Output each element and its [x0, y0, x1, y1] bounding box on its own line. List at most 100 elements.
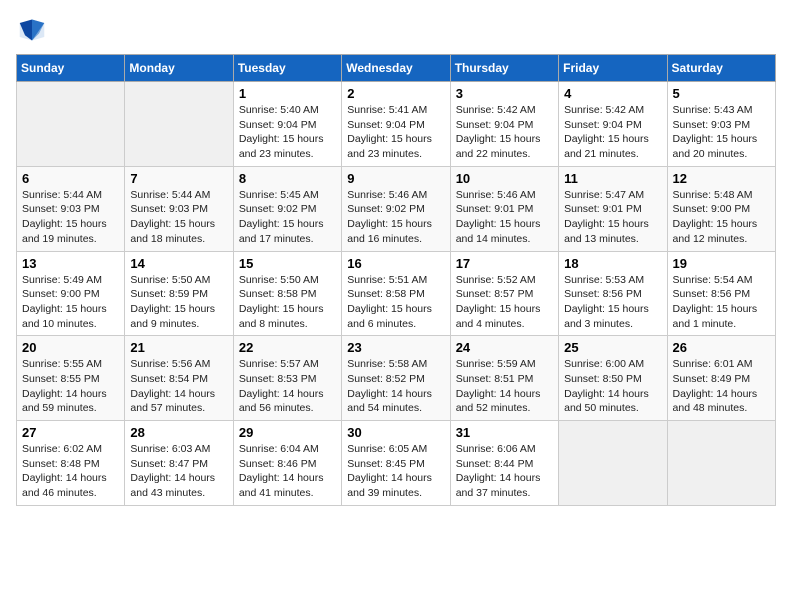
cell-day-number: 17 — [456, 256, 553, 271]
calendar-cell: 19 Sunrise: 5:54 AM Sunset: 8:56 PM Dayli… — [667, 251, 775, 336]
calendar-cell: 24Sunrise: 5:59 AM Sunset: 8:51 PM Dayli… — [450, 336, 558, 421]
day-header-friday: Friday — [559, 55, 667, 82]
cell-info: Sunrise: 5:50 AM Sunset: 8:59 PM Dayligh… — [130, 273, 227, 332]
cell-info: Sunrise: 6:02 AM Sunset: 8:48 PM Dayligh… — [22, 442, 119, 501]
calendar-cell: 25Sunrise: 6:00 AM Sunset: 8:50 PM Dayli… — [559, 336, 667, 421]
calendar-cell: 26 Sunrise: 6:01 AM Sunset: 8:49 PM Dayli… — [667, 336, 775, 421]
calendar-cell: 28Sunrise: 6:03 AM Sunset: 8:47 PM Dayli… — [125, 421, 233, 506]
cell-info: Sunrise: 5:47 AM Sunset: 9:01 PM Dayligh… — [564, 188, 661, 247]
calendar-cell — [559, 421, 667, 506]
calendar-cell — [17, 82, 125, 167]
cell-day-number: 22 — [239, 340, 336, 355]
calendar-cell: 16 Sunrise: 5:51 AM Sunset: 8:58 PM Dayli… — [342, 251, 450, 336]
cell-info: Sunrise: 5:41 AM Sunset: 9:04 PM Dayligh… — [347, 103, 444, 162]
cell-day-number: 24 — [456, 340, 553, 355]
cell-day-number: 20 — [22, 340, 119, 355]
cell-day-number: 29 — [239, 425, 336, 440]
cell-day-number: 2 — [347, 86, 444, 101]
cell-info: Sunrise: 5:44 AM Sunset: 9:03 PM Dayligh… — [130, 188, 227, 247]
calendar-cell: 12Sunrise: 5:48 AM Sunset: 9:00 PM Dayli… — [667, 166, 775, 251]
logo — [16, 16, 52, 44]
calendar-cell: 18 Sunrise: 5:53 AM Sunset: 8:56 PM Dayli… — [559, 251, 667, 336]
days-header-row: SundayMondayTuesdayWednesdayThursdayFrid… — [17, 55, 776, 82]
logo-icon — [16, 16, 48, 44]
cell-info: Sunrise: 6:00 AM Sunset: 8:50 PM Dayligh… — [564, 357, 661, 416]
calendar-cell: 13 Sunrise: 5:49 AM Sunset: 9:00 PM Dayli… — [17, 251, 125, 336]
day-header-wednesday: Wednesday — [342, 55, 450, 82]
calendar-cell: 5Sunrise: 5:43 AM Sunset: 9:03 PM Daylig… — [667, 82, 775, 167]
cell-day-number: 16 — [347, 256, 444, 271]
calendar-cell: 7 Sunrise: 5:44 AM Sunset: 9:03 PM Daylig… — [125, 166, 233, 251]
cell-info: Sunrise: 6:01 AM Sunset: 8:49 PM Dayligh… — [673, 357, 770, 416]
calendar-table: SundayMondayTuesdayWednesdayThursdayFrid… — [16, 54, 776, 506]
day-header-saturday: Saturday — [667, 55, 775, 82]
calendar-cell: 21 Sunrise: 5:56 AM Sunset: 8:54 PM Dayli… — [125, 336, 233, 421]
cell-day-number: 19 — [673, 256, 770, 271]
cell-day-number: 21 — [130, 340, 227, 355]
week-row-5: 27 Sunrise: 6:02 AM Sunset: 8:48 PM Dayli… — [17, 421, 776, 506]
cell-day-number: 10 — [456, 171, 553, 186]
cell-info: Sunrise: 5:48 AM Sunset: 9:00 PM Dayligh… — [673, 188, 770, 247]
cell-day-number: 7 — [130, 171, 227, 186]
week-row-2: 6 Sunrise: 5:44 AM Sunset: 9:03 PM Daylig… — [17, 166, 776, 251]
cell-day-number: 13 — [22, 256, 119, 271]
cell-info: Sunrise: 5:53 AM Sunset: 8:56 PM Dayligh… — [564, 273, 661, 332]
day-header-monday: Monday — [125, 55, 233, 82]
cell-info: Sunrise: 5:44 AM Sunset: 9:03 PM Dayligh… — [22, 188, 119, 247]
cell-day-number: 27 — [22, 425, 119, 440]
calendar-cell: 6 Sunrise: 5:44 AM Sunset: 9:03 PM Daylig… — [17, 166, 125, 251]
cell-day-number: 14 — [130, 256, 227, 271]
cell-day-number: 11 — [564, 171, 661, 186]
calendar-cell: 4 Sunrise: 5:42 AM Sunset: 9:04 PM Daylig… — [559, 82, 667, 167]
cell-info: Sunrise: 6:04 AM Sunset: 8:46 PM Dayligh… — [239, 442, 336, 501]
cell-day-number: 6 — [22, 171, 119, 186]
cell-info: Sunrise: 5:40 AM Sunset: 9:04 PM Dayligh… — [239, 103, 336, 162]
cell-day-number: 18 — [564, 256, 661, 271]
cell-day-number: 30 — [347, 425, 444, 440]
cell-day-number: 4 — [564, 86, 661, 101]
calendar-cell: 27 Sunrise: 6:02 AM Sunset: 8:48 PM Dayli… — [17, 421, 125, 506]
cell-info: Sunrise: 5:46 AM Sunset: 9:01 PM Dayligh… — [456, 188, 553, 247]
week-row-4: 20 Sunrise: 5:55 AM Sunset: 8:55 PM Dayli… — [17, 336, 776, 421]
cell-info: Sunrise: 5:55 AM Sunset: 8:55 PM Dayligh… — [22, 357, 119, 416]
cell-day-number: 28 — [130, 425, 227, 440]
cell-info: Sunrise: 5:45 AM Sunset: 9:02 PM Dayligh… — [239, 188, 336, 247]
calendar-cell: 31Sunrise: 6:06 AM Sunset: 8:44 PM Dayli… — [450, 421, 558, 506]
cell-day-number: 23 — [347, 340, 444, 355]
cell-day-number: 15 — [239, 256, 336, 271]
cell-info: Sunrise: 5:50 AM Sunset: 8:58 PM Dayligh… — [239, 273, 336, 332]
cell-info: Sunrise: 5:43 AM Sunset: 9:03 PM Dayligh… — [673, 103, 770, 162]
calendar-cell — [125, 82, 233, 167]
cell-info: Sunrise: 5:54 AM Sunset: 8:56 PM Dayligh… — [673, 273, 770, 332]
calendar-cell: 29 Sunrise: 6:04 AM Sunset: 8:46 PM Dayli… — [233, 421, 341, 506]
cell-info: Sunrise: 5:42 AM Sunset: 9:04 PM Dayligh… — [456, 103, 553, 162]
calendar-cell: 20 Sunrise: 5:55 AM Sunset: 8:55 PM Dayli… — [17, 336, 125, 421]
cell-day-number: 9 — [347, 171, 444, 186]
page-header — [16, 16, 776, 44]
calendar-cell: 10 Sunrise: 5:46 AM Sunset: 9:01 PM Dayli… — [450, 166, 558, 251]
day-header-thursday: Thursday — [450, 55, 558, 82]
calendar-cell: 30 Sunrise: 6:05 AM Sunset: 8:45 PM Dayli… — [342, 421, 450, 506]
calendar-cell: 22Sunrise: 5:57 AM Sunset: 8:53 PM Dayli… — [233, 336, 341, 421]
calendar-cell: 23Sunrise: 5:58 AM Sunset: 8:52 PM Dayli… — [342, 336, 450, 421]
calendar-cell: 17 Sunrise: 5:52 AM Sunset: 8:57 PM Dayli… — [450, 251, 558, 336]
calendar-cell: 9 Sunrise: 5:46 AM Sunset: 9:02 PM Daylig… — [342, 166, 450, 251]
cell-day-number: 8 — [239, 171, 336, 186]
cell-info: Sunrise: 6:05 AM Sunset: 8:45 PM Dayligh… — [347, 442, 444, 501]
day-header-sunday: Sunday — [17, 55, 125, 82]
week-row-1: 1Sunrise: 5:40 AM Sunset: 9:04 PM Daylig… — [17, 82, 776, 167]
calendar-cell: 1Sunrise: 5:40 AM Sunset: 9:04 PM Daylig… — [233, 82, 341, 167]
cell-info: Sunrise: 5:49 AM Sunset: 9:00 PM Dayligh… — [22, 273, 119, 332]
cell-day-number: 26 — [673, 340, 770, 355]
calendar-cell: 14 Sunrise: 5:50 AM Sunset: 8:59 PM Dayli… — [125, 251, 233, 336]
cell-day-number: 3 — [456, 86, 553, 101]
cell-info: Sunrise: 5:56 AM Sunset: 8:54 PM Dayligh… — [130, 357, 227, 416]
cell-day-number: 31 — [456, 425, 553, 440]
cell-info: Sunrise: 5:46 AM Sunset: 9:02 PM Dayligh… — [347, 188, 444, 247]
week-row-3: 13 Sunrise: 5:49 AM Sunset: 9:00 PM Dayli… — [17, 251, 776, 336]
cell-info: Sunrise: 5:42 AM Sunset: 9:04 PM Dayligh… — [564, 103, 661, 162]
cell-info: Sunrise: 5:51 AM Sunset: 8:58 PM Dayligh… — [347, 273, 444, 332]
day-header-tuesday: Tuesday — [233, 55, 341, 82]
cell-info: Sunrise: 5:52 AM Sunset: 8:57 PM Dayligh… — [456, 273, 553, 332]
calendar-cell: 15 Sunrise: 5:50 AM Sunset: 8:58 PM Dayli… — [233, 251, 341, 336]
